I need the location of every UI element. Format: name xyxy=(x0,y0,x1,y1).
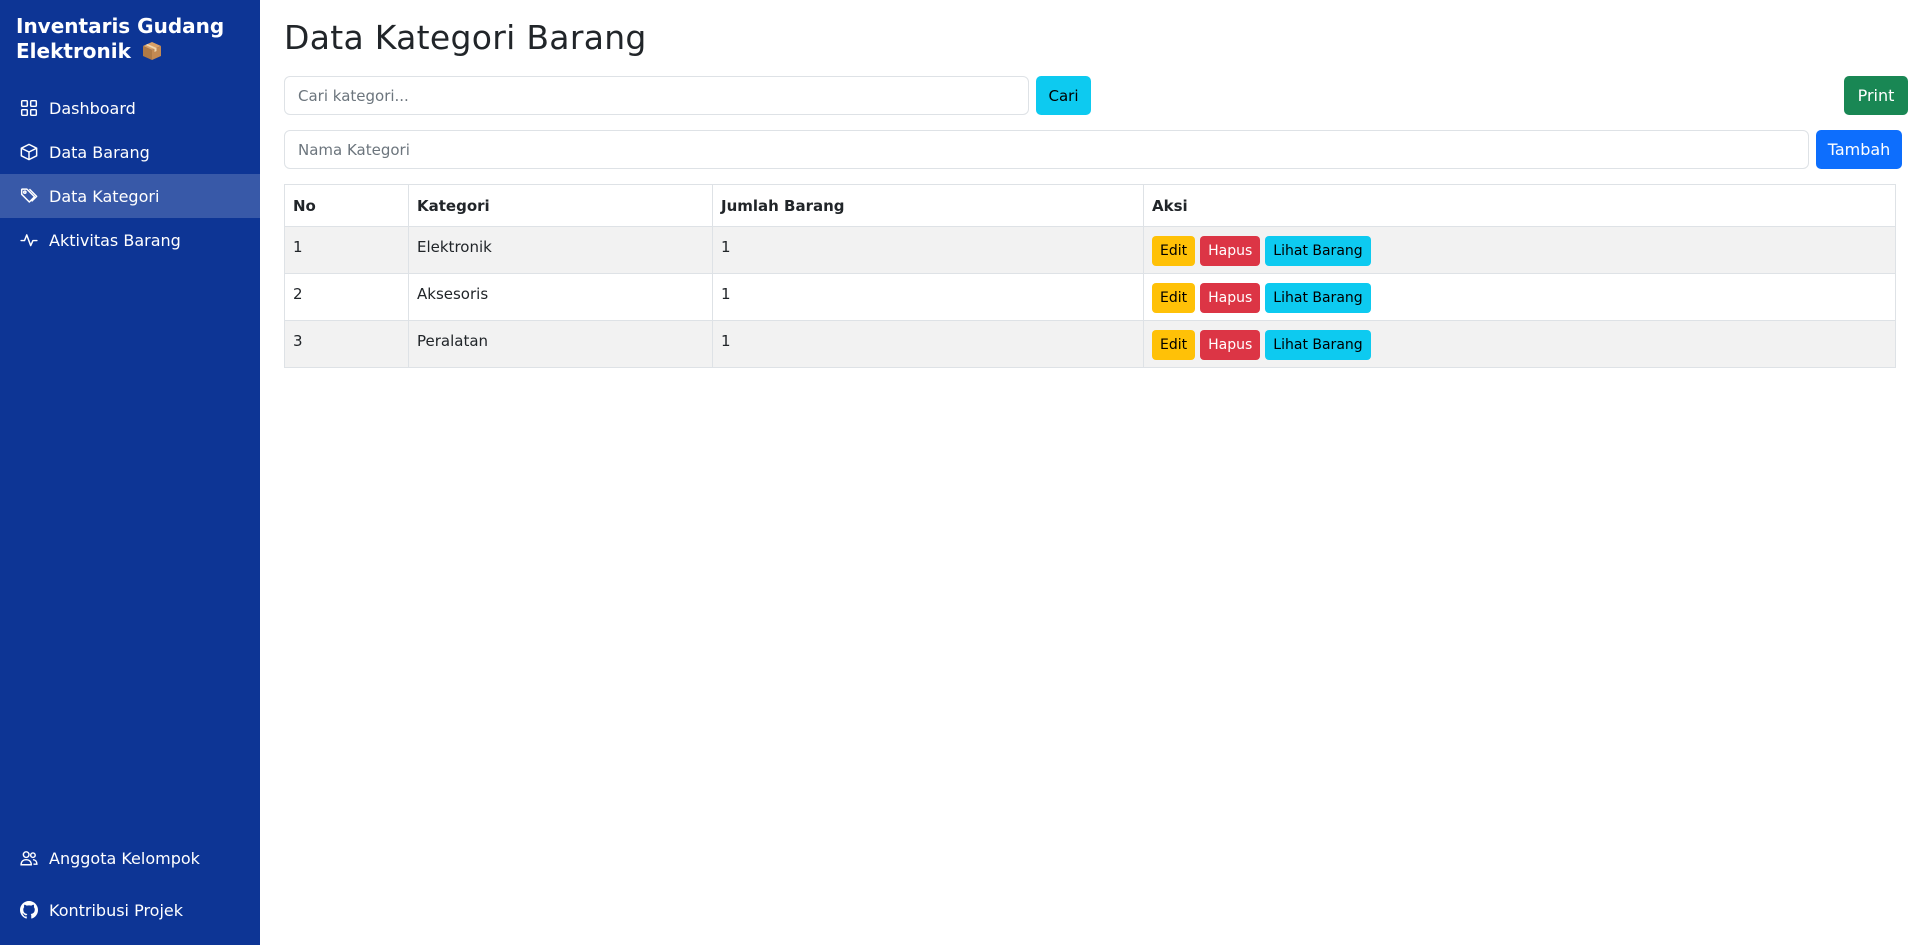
sidebar-item-data-kategori[interactable]: Data Kategori xyxy=(0,174,260,218)
sidebar-item-data-barang[interactable]: Data Barang xyxy=(0,130,260,174)
cell-kategori: Elektronik xyxy=(408,226,713,274)
cell-kategori: Peralatan xyxy=(408,320,713,368)
sidebar-item-kontribusi-projek[interactable]: Kontribusi Projek xyxy=(0,888,260,932)
table-row: 2 Aksesoris 1 Edit Hapus Lihat Barang xyxy=(284,273,1896,321)
sidebar: Inventaris Gudang Elektronik Dashboard D… xyxy=(0,0,260,945)
cell-jumlah: 1 xyxy=(712,226,1144,274)
cell-kategori: Aksesoris xyxy=(408,273,713,321)
cell-jumlah: 1 xyxy=(712,320,1144,368)
sidebar-item-label: Data Kategori xyxy=(49,186,160,206)
sidebar-item-label: Dashboard xyxy=(49,98,136,118)
cell-aksi: Edit Hapus Lihat Barang xyxy=(1143,320,1896,368)
activity-icon xyxy=(19,230,39,250)
table-header-row: No Kategori Jumlah Barang Aksi xyxy=(284,184,1896,227)
search-input[interactable] xyxy=(284,76,1029,115)
column-header-aksi: Aksi xyxy=(1143,184,1896,227)
column-header-kategori: Kategori xyxy=(408,184,713,227)
cell-no: 1 xyxy=(284,226,409,274)
search-button[interactable]: Cari xyxy=(1036,76,1091,115)
edit-button[interactable]: Edit xyxy=(1152,236,1196,266)
sidebar-item-aktivitas-barang[interactable]: Aktivitas Barang xyxy=(0,218,260,262)
view-items-button[interactable]: Lihat Barang xyxy=(1265,283,1371,313)
app-brand[interactable]: Inventaris Gudang Elektronik xyxy=(16,14,246,67)
table-row: 1 Elektronik 1 Edit Hapus Lihat Barang xyxy=(284,226,1896,274)
box-icon xyxy=(19,142,39,162)
sidebar-item-label: Anggota Kelompok xyxy=(49,848,200,868)
cell-jumlah: 1 xyxy=(712,273,1144,321)
delete-button[interactable]: Hapus xyxy=(1200,236,1261,266)
edit-button[interactable]: Edit xyxy=(1152,283,1196,313)
package-icon xyxy=(142,41,162,67)
github-icon xyxy=(19,900,39,920)
sidebar-item-dashboard[interactable]: Dashboard xyxy=(0,86,260,130)
column-header-no: No xyxy=(284,184,409,227)
page-title: Data Kategori Barang xyxy=(284,18,647,57)
add-category-button[interactable]: Tambah xyxy=(1816,130,1902,169)
print-button[interactable]: Print xyxy=(1844,76,1908,115)
sidebar-item-label: Kontribusi Projek xyxy=(49,900,184,920)
main-content: Data Kategori Barang Cari Print Tambah N… xyxy=(260,0,1919,945)
view-items-button[interactable]: Lihat Barang xyxy=(1265,330,1371,360)
sidebar-item-label: Aktivitas Barang xyxy=(49,230,181,250)
brand-title: Inventaris Gudang Elektronik xyxy=(16,14,225,63)
cell-aksi: Edit Hapus Lihat Barang xyxy=(1143,226,1896,274)
delete-button[interactable]: Hapus xyxy=(1200,283,1261,313)
category-table: No Kategori Jumlah Barang Aksi 1 Elektro… xyxy=(284,184,1896,368)
cell-no: 2 xyxy=(284,273,409,321)
sidebar-item-label: Data Barang xyxy=(49,142,150,162)
table-row: 3 Peralatan 1 Edit Hapus Lihat Barang xyxy=(284,320,1896,368)
delete-button[interactable]: Hapus xyxy=(1200,330,1261,360)
edit-button[interactable]: Edit xyxy=(1152,330,1196,360)
cell-aksi: Edit Hapus Lihat Barang xyxy=(1143,273,1896,321)
people-icon xyxy=(19,848,39,868)
view-items-button[interactable]: Lihat Barang xyxy=(1265,236,1371,266)
column-header-jumlah-barang: Jumlah Barang xyxy=(712,184,1144,227)
cell-no: 3 xyxy=(284,320,409,368)
category-name-input[interactable] xyxy=(284,130,1809,169)
tags-icon xyxy=(19,186,39,206)
grid-icon xyxy=(19,98,39,118)
sidebar-item-anggota-kelompok[interactable]: Anggota Kelompok xyxy=(0,836,260,880)
